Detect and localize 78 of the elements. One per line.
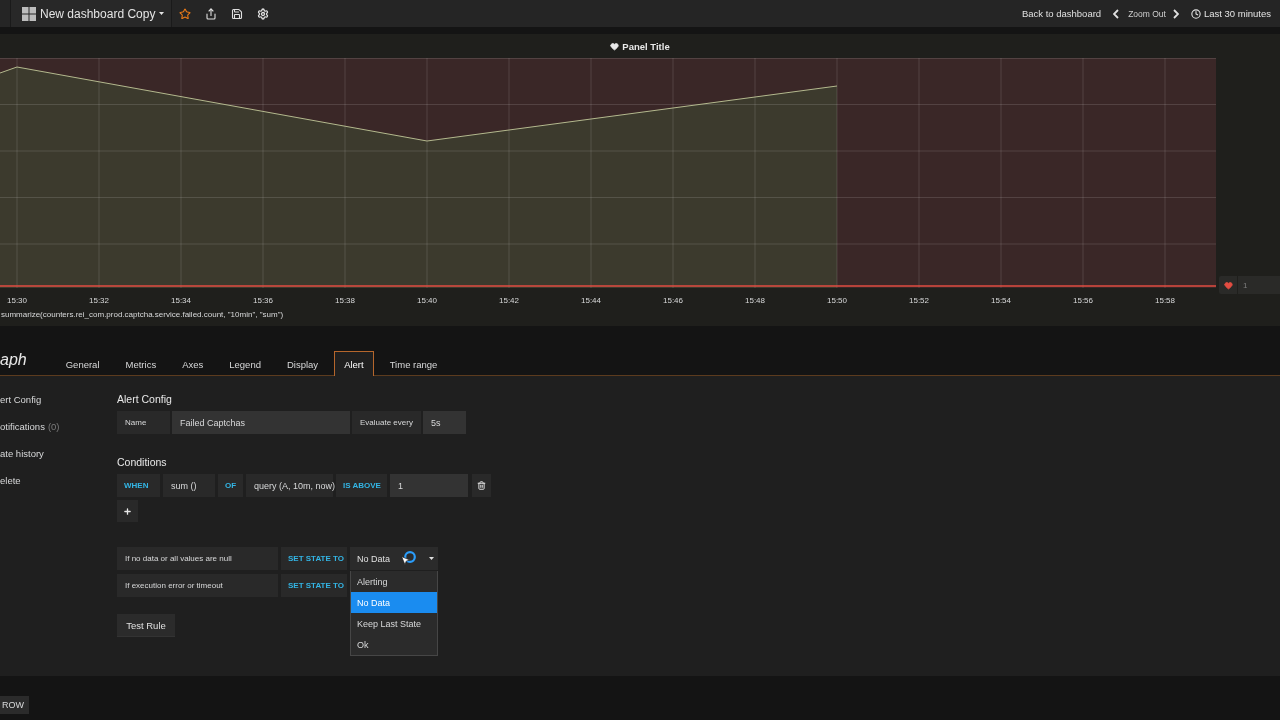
editor-tab[interactable]: Alert [334,351,374,376]
section-heading: Conditions [117,455,167,470]
editor-tab[interactable]: Metrics [115,351,167,376]
time-forward-button[interactable] [1172,8,1179,19]
editor-tab[interactable]: General [55,351,110,376]
chevron-right-icon [1172,8,1179,19]
set-state-keyword: SET STATE TO [281,547,347,570]
trash-icon [477,481,486,490]
back-to-dashboard-link[interactable]: Back to dashboard [1021,8,1102,19]
delete-condition-button[interactable] [472,474,491,497]
time-back-button[interactable] [1113,8,1120,19]
clock-icon [1190,8,1201,19]
caret-icon [429,557,434,560]
condition-keyword: WHEN [117,474,160,497]
grid-icon [22,6,36,21]
heart-icon [1223,280,1233,290]
dashboard-picker-button[interactable]: New dashboard Copy [10,0,173,27]
field-label: Evaluate every [352,411,421,434]
time-axis-label: 15:34 [171,296,191,305]
time-axis-label: 15:46 [663,296,683,305]
time-axis-label: 15:48 [745,296,765,305]
editor-tab[interactable]: Legend [219,351,271,376]
threshold-value: 1 [1243,280,1248,290]
condition-keyword: OF [218,474,243,497]
time-axis-label: 15:54 [991,296,1011,305]
section-heading: Alert Config [117,392,172,407]
dropdown-option[interactable]: Alerting [351,571,437,592]
chevron-left-icon [1113,8,1120,19]
state-rule-label: If execution error or timeout [117,574,278,597]
editor-tab[interactable]: Display [276,351,329,376]
input-field[interactable]: Failed Captchas [172,411,350,434]
editor-title: aph [0,350,27,370]
time-axis-label: 15:36 [253,296,273,305]
time-axis-label: 15:52 [909,296,929,305]
threshold-input[interactable]: 1 [390,474,468,497]
time-axis-label: 15:50 [827,296,847,305]
notification-count: (0) [47,421,60,432]
sidebar-link[interactable]: otifications (0) [0,413,117,440]
condition-selector[interactable]: query (A, 10m, now) [246,474,333,497]
condition-keyword: IS ABOVE [336,474,387,497]
editor-tab[interactable]: Time range [379,351,448,376]
series-query-text: summarize(counters.rei_com.prod.captcha.service.failed.count, "10min", "sum") [0,309,285,321]
time-axis-label: 15:30 [7,296,27,305]
settings-icon [257,7,270,20]
star-icon [179,7,192,20]
time-axis-label: 15:42 [499,296,519,305]
time-axis-label: 15:56 [1073,296,1093,305]
editor-tab[interactable]: Axes [172,351,214,376]
time-axis-label: 15:38 [335,296,355,305]
dropdown-option[interactable]: Ok [351,634,437,655]
plus-icon [123,506,132,516]
state-rule-label: If no data or all values are null [117,547,278,570]
condition-selector[interactable]: sum () [163,474,215,497]
zoom-out-button[interactable]: Zoom Out [1128,8,1166,19]
time-axis-label: 15:40 [417,296,437,305]
set-state-keyword: SET STATE TO [281,574,347,597]
threshold-handle[interactable]: 1 [1219,276,1280,294]
time-axis-label: 15:32 [89,296,109,305]
cursor-icon [400,555,411,566]
sidebar-link[interactable]: ert Config [0,386,117,413]
input-field[interactable]: 5s [423,411,466,434]
save-icon [231,7,244,20]
field-label: Name [117,411,170,434]
time-axis-label: 15:44 [581,296,601,305]
share-icon [205,7,218,20]
panel-title: Panel Title [622,40,670,52]
add-condition-button[interactable] [117,500,138,522]
heart-icon [610,41,620,51]
dropdown-option[interactable]: Keep Last State [351,613,437,634]
time-axis-label: 15:58 [1155,296,1175,305]
state-select[interactable]: No Data [350,547,438,570]
time-range-button[interactable]: Last 30 minutes [1190,8,1271,19]
sidebar-link[interactable]: ate history [0,440,117,467]
sidebar-link[interactable]: elete [0,467,117,494]
add-row-button[interactable]: ROW [0,696,29,714]
test-rule-button[interactable]: Test Rule [117,614,175,636]
caret-icon [159,12,165,15]
ring-icon [404,551,416,563]
